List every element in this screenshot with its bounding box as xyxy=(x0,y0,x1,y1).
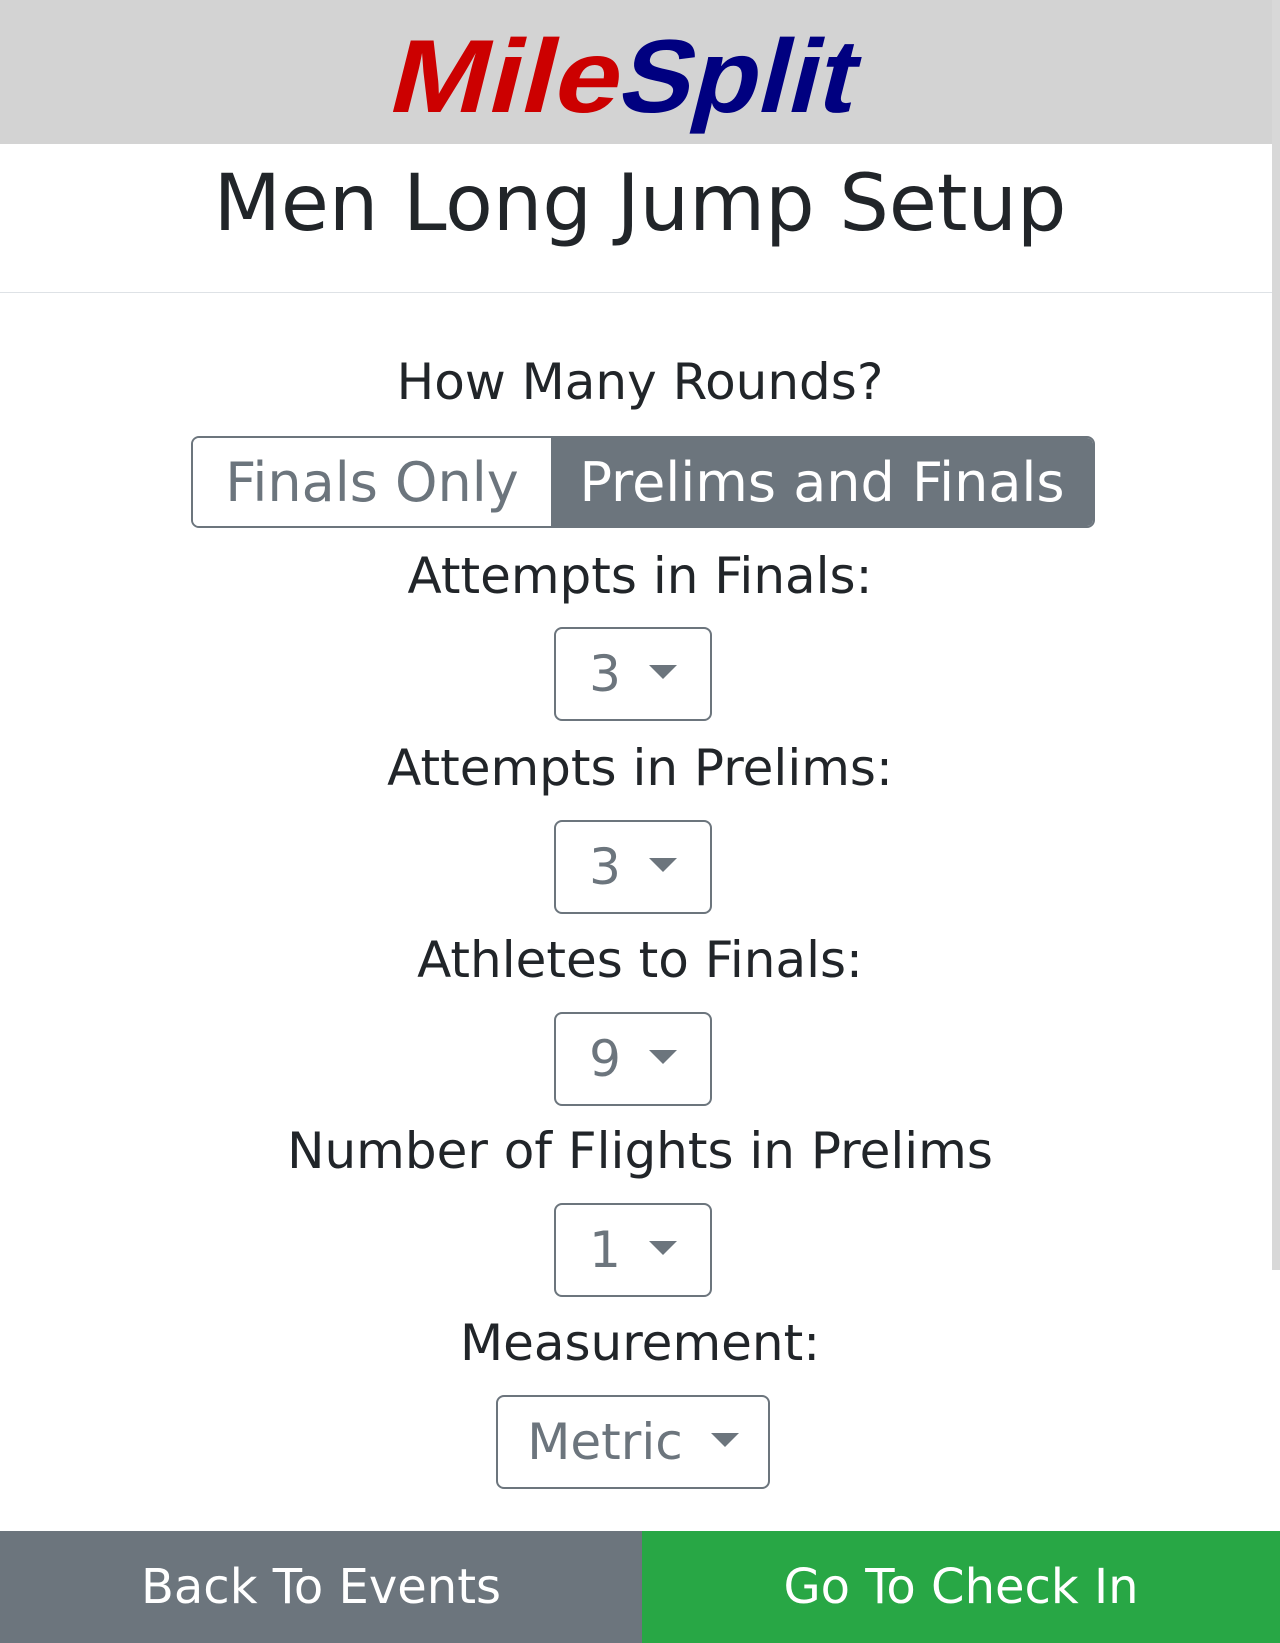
attempts-prelims-select[interactable]: 3 xyxy=(554,820,712,914)
prelims-and-finals-option[interactable]: Prelims and Finals xyxy=(551,438,1093,526)
athletes-to-finals-value: 9 xyxy=(589,1030,621,1088)
go-to-check-in-button[interactable]: Go To Check In xyxy=(642,1531,1280,1643)
measurement-select[interactable]: Metric xyxy=(496,1395,770,1489)
title-divider xyxy=(0,292,1272,293)
milesplit-logo[interactable]: Mile Split xyxy=(382,12,882,140)
attempts-prelims-label: Attempts in Prelims: xyxy=(387,739,893,797)
attempts-finals-select[interactable]: 3 xyxy=(554,627,712,721)
svg-text:Split: Split xyxy=(609,18,873,134)
rounds-label: How Many Rounds? xyxy=(396,353,884,411)
page-title: Men Long Jump Setup xyxy=(213,159,1067,249)
svg-text:Mile: Mile xyxy=(382,18,638,134)
measurement-value: Metric xyxy=(527,1413,683,1471)
flights-prelims-select[interactable]: 1 xyxy=(554,1203,712,1297)
finals-only-option[interactable]: Finals Only xyxy=(193,438,551,526)
flights-prelims-value: 1 xyxy=(589,1221,621,1279)
rounds-toggle: Finals Only Prelims and Finals xyxy=(191,436,1095,528)
app-header: Mile Split xyxy=(0,0,1272,144)
athletes-to-finals-label: Athletes to Finals: xyxy=(417,931,863,989)
chevron-down-icon xyxy=(648,1241,677,1255)
measurement-label: Measurement: xyxy=(459,1314,821,1372)
chevron-down-icon xyxy=(648,665,677,679)
chevron-down-icon xyxy=(648,858,677,872)
chevron-down-icon xyxy=(648,1050,677,1064)
athletes-to-finals-select[interactable]: 9 xyxy=(554,1012,712,1106)
flights-prelims-label: Number of Flights in Prelims xyxy=(287,1122,993,1180)
chevron-down-icon xyxy=(710,1433,739,1447)
attempts-finals-label: Attempts in Finals: xyxy=(407,547,873,605)
milesplit-logo-graphic: Mile Split xyxy=(382,18,873,134)
attempts-prelims-value: 3 xyxy=(589,838,621,896)
attempts-finals-value: 3 xyxy=(589,645,621,703)
back-to-events-button[interactable]: Back To Events xyxy=(0,1531,642,1643)
